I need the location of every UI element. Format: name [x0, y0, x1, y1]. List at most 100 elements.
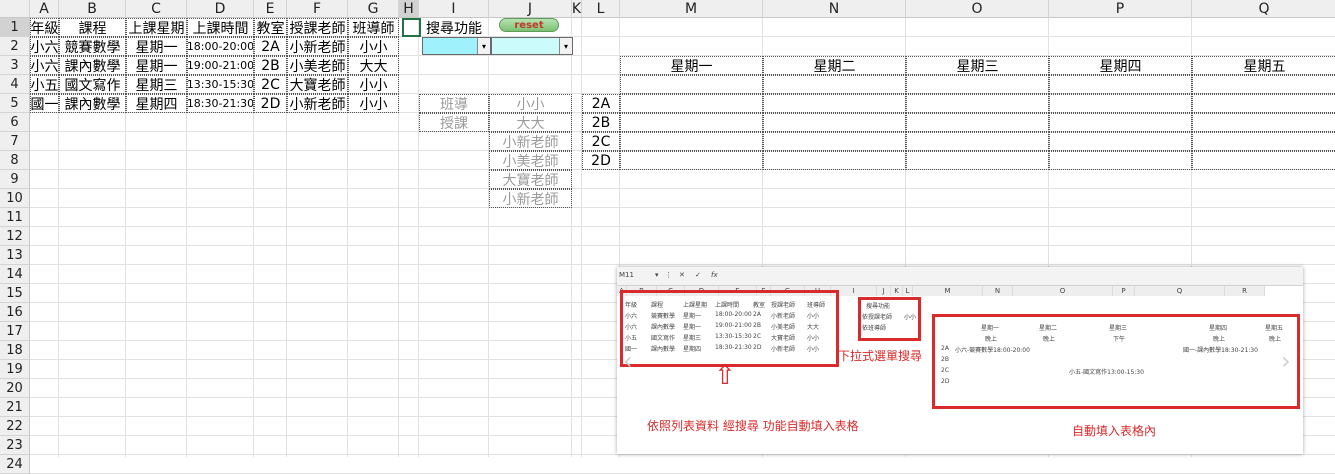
table-cell[interactable]: 13:30-15:30: [187, 75, 254, 94]
schedule-room-label[interactable]: 2C: [582, 132, 620, 151]
table-cell[interactable]: 星期一: [126, 56, 187, 75]
column-header-c[interactable]: C: [126, 0, 187, 18]
table-header-cell[interactable]: 課程: [59, 18, 126, 37]
schedule-day-header[interactable]: 星期四: [1049, 56, 1192, 75]
row-header-16[interactable]: 16: [0, 303, 30, 322]
row-header-6[interactable]: 6: [0, 113, 30, 132]
schedule-slot[interactable]: [620, 94, 763, 113]
schedule-day-header[interactable]: 星期一: [620, 56, 763, 75]
schedule-period-cell[interactable]: [1049, 75, 1192, 94]
row-header-24[interactable]: 24: [0, 455, 30, 474]
schedule-slot[interactable]: [906, 113, 1049, 132]
schedule-day-header[interactable]: 星期二: [763, 56, 906, 75]
schedule-slot[interactable]: [906, 94, 1049, 113]
row-header-21[interactable]: 21: [0, 398, 30, 417]
table-cell[interactable]: 國文寫作: [59, 75, 126, 94]
table-header-cell[interactable]: 教室: [254, 18, 287, 37]
column-header-n[interactable]: N: [763, 0, 906, 18]
row-header-9[interactable]: 9: [0, 170, 30, 189]
row-header-12[interactable]: 12: [0, 227, 30, 246]
schedule-slot[interactable]: [906, 151, 1049, 170]
teacher-option[interactable]: 小小: [489, 94, 572, 113]
column-header-a[interactable]: A: [30, 0, 59, 18]
row-header-1[interactable]: 1: [0, 18, 30, 37]
column-header-g[interactable]: G: [348, 0, 399, 18]
reset-button[interactable]: reset: [499, 18, 559, 32]
table-cell[interactable]: 小六: [30, 37, 59, 56]
table-cell[interactable]: 小美老師: [287, 56, 348, 75]
row-header-19[interactable]: 19: [0, 360, 30, 379]
row-header-18[interactable]: 18: [0, 341, 30, 360]
row-header-14[interactable]: 14: [0, 265, 30, 284]
row-header-5[interactable]: 5: [0, 94, 30, 113]
teacher-option[interactable]: 小新老師: [489, 132, 572, 151]
teacher-option[interactable]: 大寶老師: [489, 170, 572, 189]
table-cell[interactable]: 小小: [348, 75, 399, 94]
schedule-slot[interactable]: [763, 94, 906, 113]
column-header-o[interactable]: O: [906, 0, 1049, 18]
table-cell[interactable]: 星期三: [126, 75, 187, 94]
table-cell[interactable]: 18:00-20:00: [187, 37, 254, 56]
row-header-8[interactable]: 8: [0, 151, 30, 170]
chevron-down-icon[interactable]: ▾: [477, 38, 490, 54]
search-type-option[interactable]: 班導: [419, 94, 489, 113]
schedule-slot[interactable]: [620, 113, 763, 132]
table-cell[interactable]: 小小: [348, 37, 399, 56]
table-cell[interactable]: 2C: [254, 75, 287, 94]
table-cell[interactable]: 18:30-21:30: [187, 94, 254, 113]
column-header-k[interactable]: K: [572, 0, 582, 18]
schedule-slot[interactable]: [1049, 151, 1192, 170]
table-cell[interactable]: 小新老師: [287, 37, 348, 56]
schedule-period-cell[interactable]: [620, 75, 763, 94]
table-cell[interactable]: 國一: [30, 94, 59, 113]
search-value-dropdown[interactable]: ▾: [491, 37, 573, 55]
table-cell[interactable]: 星期四: [126, 94, 187, 113]
table-cell[interactable]: 2D: [254, 94, 287, 113]
search-type-dropdown[interactable]: ▾: [422, 37, 491, 55]
row-header-11[interactable]: 11: [0, 208, 30, 227]
row-header-3[interactable]: 3: [0, 56, 30, 75]
row-header-13[interactable]: 13: [0, 246, 30, 265]
column-header-d[interactable]: D: [187, 0, 254, 18]
schedule-slot[interactable]: [763, 113, 906, 132]
schedule-period-cell[interactable]: [1192, 75, 1335, 94]
table-cell[interactable]: 2B: [254, 56, 287, 75]
table-cell[interactable]: 大大: [348, 56, 399, 75]
schedule-period-cell[interactable]: [763, 75, 906, 94]
teacher-option[interactable]: 小新老師: [489, 189, 572, 208]
table-cell[interactable]: 課內數學: [59, 94, 126, 113]
column-header-j[interactable]: J: [489, 0, 572, 18]
table-cell[interactable]: 2A: [254, 37, 287, 56]
schedule-slot[interactable]: [906, 132, 1049, 151]
select-all-corner[interactable]: [0, 0, 30, 18]
table-cell[interactable]: 小六: [30, 56, 59, 75]
table-header-cell[interactable]: 上課時間: [187, 18, 254, 37]
table-header-cell[interactable]: 上課星期: [126, 18, 187, 37]
table-cell[interactable]: 課內數學: [59, 56, 126, 75]
schedule-day-header[interactable]: 星期三: [906, 56, 1049, 75]
row-header-23[interactable]: 23: [0, 436, 30, 455]
column-header-m[interactable]: M: [620, 0, 763, 18]
table-header-cell[interactable]: 授課老師: [287, 18, 348, 37]
schedule-period-cell[interactable]: [906, 75, 1049, 94]
column-header-p[interactable]: P: [1049, 0, 1192, 18]
schedule-slot[interactable]: [1192, 151, 1335, 170]
table-cell[interactable]: 競賽數學: [59, 37, 126, 56]
schedule-slot[interactable]: [1192, 113, 1335, 132]
schedule-slot[interactable]: [620, 132, 763, 151]
teacher-option[interactable]: 大大: [489, 113, 572, 132]
column-header-h[interactable]: H: [399, 0, 419, 18]
chevron-down-icon[interactable]: ▾: [559, 38, 572, 54]
column-header-q[interactable]: Q: [1192, 0, 1335, 18]
schedule-slot[interactable]: [620, 151, 763, 170]
column-header-i[interactable]: I: [419, 0, 489, 18]
schedule-room-label[interactable]: 2B: [582, 113, 620, 132]
schedule-day-header[interactable]: 星期五: [1192, 56, 1335, 75]
schedule-slot[interactable]: [763, 151, 906, 170]
table-header-cell[interactable]: 班導師: [348, 18, 399, 37]
schedule-slot[interactable]: [1049, 132, 1192, 151]
schedule-room-label[interactable]: 2D: [582, 151, 620, 170]
row-header-7[interactable]: 7: [0, 132, 30, 151]
search-type-option[interactable]: 授課: [419, 113, 489, 132]
table-cell[interactable]: 19:00-21:00: [187, 56, 254, 75]
